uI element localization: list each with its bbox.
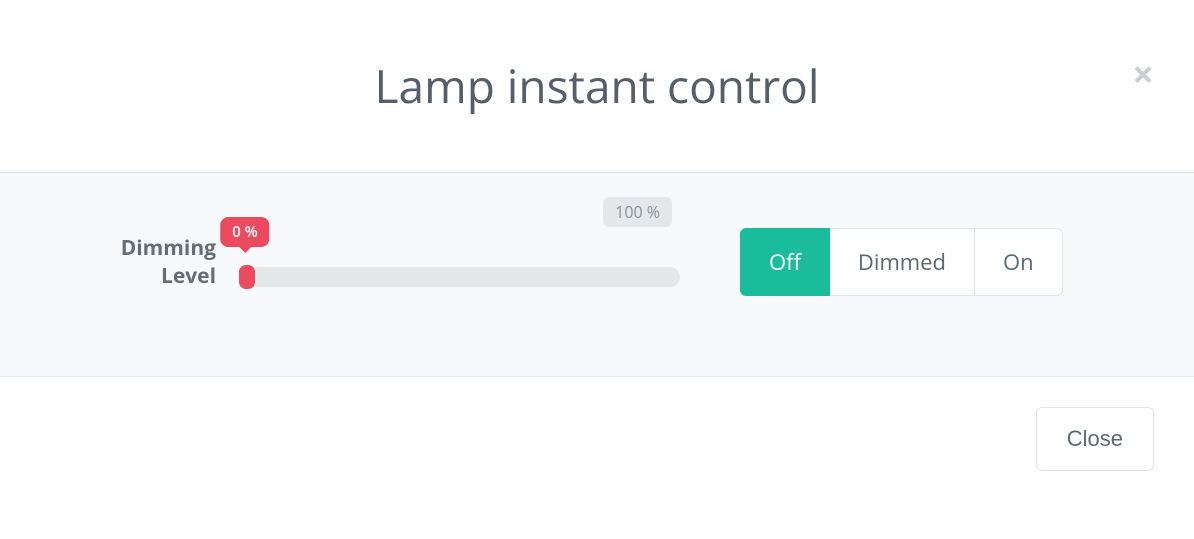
slider-handle[interactable]: 0 % (239, 265, 255, 289)
modal-title: Lamp instant control (40, 55, 1154, 117)
close-icon[interactable]: × (1132, 55, 1154, 93)
close-button[interactable]: Close (1036, 407, 1154, 471)
slider-max-label: 100 % (603, 197, 672, 227)
slider-track[interactable]: 0 % (240, 267, 680, 287)
mode-off-button[interactable]: Off (740, 228, 830, 296)
dimming-level-label: Dimming Level (60, 234, 240, 291)
dimming-slider[interactable]: 100 % 0 % (240, 237, 680, 287)
lamp-instant-control-modal: Lamp instant control × Dimming Level 100… (0, 0, 1194, 539)
dimming-label-line2: Level (60, 262, 216, 290)
dimming-label-line1: Dimming (60, 234, 216, 262)
mode-dimmed-button[interactable]: Dimmed (830, 228, 974, 296)
slider-value-tooltip: 0 % (220, 217, 269, 247)
modal-body: Dimming Level 100 % 0 % Off Dimmed On (0, 172, 1194, 377)
modal-header: Lamp instant control × (0, 0, 1194, 172)
modal-footer: Close (0, 377, 1194, 501)
mode-on-button[interactable]: On (974, 228, 1063, 296)
lamp-mode-toggle: Off Dimmed On (740, 228, 1063, 296)
